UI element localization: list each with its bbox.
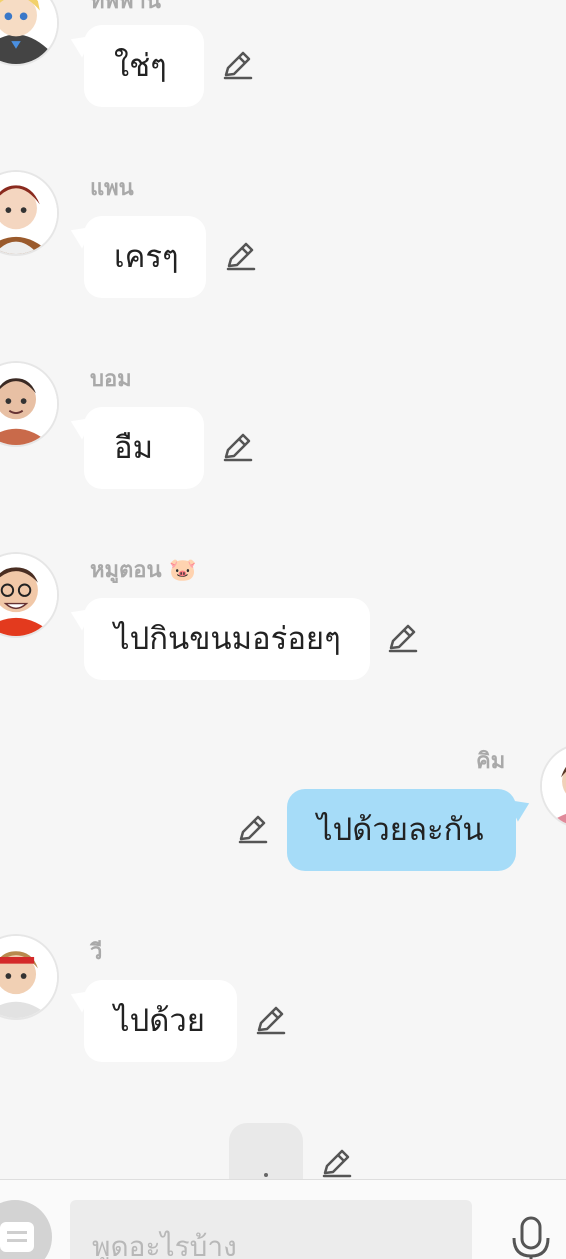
pencil-icon <box>388 624 418 653</box>
avatar-image-icon <box>0 172 57 254</box>
avatar-image-icon <box>542 745 566 827</box>
message-bubble[interactable]: ไปด้วยละกัน <box>287 789 516 871</box>
pencil-icon <box>223 51 253 80</box>
message-bubble[interactable]: ไปด้วย <box>84 980 237 1062</box>
message-input[interactable] <box>70 1200 472 1259</box>
avatar[interactable] <box>540 743 566 829</box>
chat-area[interactable]: ทิพพานี ใช่ๆ แพน เครๆ บอม อืม หมูตอน 🐷 ไ… <box>0 0 566 1179</box>
mic-button[interactable] <box>508 1214 554 1259</box>
message-bubble[interactable]: ไปกินขนมอร่อยๆ <box>84 598 370 680</box>
message-bubble[interactable]: ใช่ๆ <box>84 25 204 107</box>
menu-icon <box>0 1222 34 1252</box>
pencil-icon <box>256 1006 286 1035</box>
sender-name: หมูตอน 🐷 <box>90 558 197 583</box>
edit-button[interactable] <box>221 48 255 82</box>
message-bubble[interactable]: อืม <box>84 407 204 489</box>
avatar[interactable] <box>0 934 59 1020</box>
avatar[interactable] <box>0 552 59 638</box>
avatar[interactable] <box>0 361 59 447</box>
avatar-image-icon <box>0 0 57 64</box>
avatar[interactable] <box>0 170 59 256</box>
sender-name: ทิพพานี <box>90 0 161 14</box>
edit-button[interactable] <box>236 812 270 846</box>
edit-button[interactable] <box>224 239 258 273</box>
pencil-icon <box>322 1149 352 1178</box>
typing-dot <box>264 1173 268 1177</box>
avatar-image-icon <box>0 936 57 1018</box>
pencil-icon <box>226 242 256 271</box>
menu-button[interactable] <box>0 1200 52 1259</box>
edit-button[interactable] <box>221 430 255 464</box>
typing-indicator <box>229 1123 303 1179</box>
microphone-icon <box>512 1216 550 1259</box>
message-bubble[interactable]: เครๆ <box>84 216 206 298</box>
avatar[interactable] <box>0 0 59 66</box>
pencil-icon <box>223 433 253 462</box>
sender-name: แพน <box>90 176 134 201</box>
avatar-image-icon <box>0 363 57 445</box>
edit-button[interactable] <box>254 1003 288 1037</box>
avatar-image-icon <box>0 554 57 636</box>
edit-button[interactable] <box>320 1146 354 1179</box>
message-composer <box>0 1179 566 1259</box>
edit-button[interactable] <box>386 621 420 655</box>
sender-name: คิม <box>476 749 506 774</box>
sender-name: วี <box>90 940 103 965</box>
pencil-icon <box>238 815 268 844</box>
sender-name: บอม <box>90 367 132 392</box>
